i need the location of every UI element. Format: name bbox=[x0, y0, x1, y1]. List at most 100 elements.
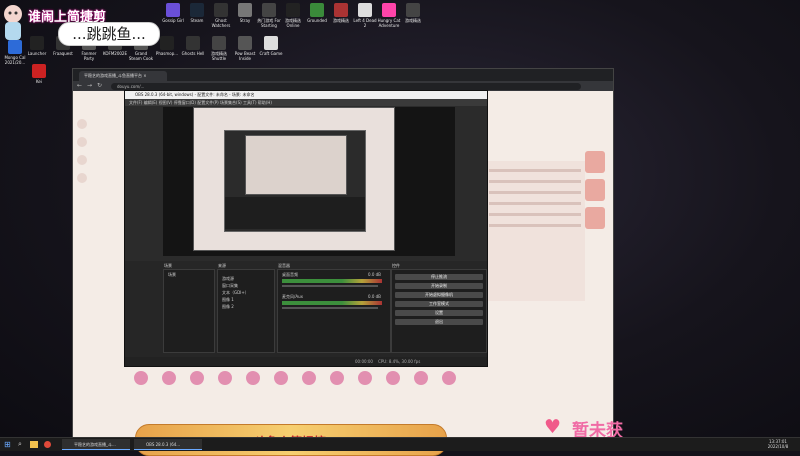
desktop-icon[interactable]: 热门游戏 For Starting bbox=[256, 3, 282, 28]
obs-preview bbox=[163, 107, 455, 256]
page-left-sidebar bbox=[75, 111, 89, 411]
list-item[interactable]: 0.0 dB bbox=[368, 294, 381, 299]
obs-control-button[interactable]: 开始录制 bbox=[395, 283, 483, 289]
obs-control-button[interactable]: 工作室模式 bbox=[395, 301, 483, 307]
volume-slider[interactable] bbox=[282, 285, 378, 287]
list-item[interactable]: 麦克风/Aux bbox=[282, 294, 303, 300]
app-icon bbox=[264, 36, 278, 50]
volume-meter bbox=[282, 279, 382, 283]
app-icon bbox=[186, 36, 200, 50]
desktop-icon[interactable]: Stray bbox=[232, 3, 258, 23]
list-item[interactable]: 图像 1 bbox=[222, 297, 234, 303]
app-icon bbox=[286, 3, 300, 17]
chat-panel bbox=[485, 161, 585, 301]
file-explorer-icon[interactable] bbox=[30, 441, 38, 448]
chrome-icon[interactable] bbox=[44, 441, 51, 448]
app-icon bbox=[214, 3, 228, 17]
clock-date: 2022/10/8 bbox=[767, 444, 789, 449]
desktop-icon[interactable]: Ghosts Hell bbox=[180, 36, 206, 56]
desktop-icon[interactable]: 游戏精选 bbox=[400, 3, 426, 23]
taskbar: ⊞ ⌕ 平稳艺的游戏直播_斗... OBS 28.0.3 (64... 13:37… bbox=[0, 437, 800, 451]
controls-header: 控件 bbox=[392, 263, 400, 268]
app-icon bbox=[262, 3, 276, 17]
taskbar-app[interactable]: OBS 28.0.3 (64... bbox=[134, 439, 202, 450]
desktop-icon-label: Gossip Girl bbox=[162, 18, 184, 23]
taskbar-clock[interactable]: 13:37:01 2022/10/8 bbox=[758, 439, 798, 449]
obs-control-button[interactable]: 退出 bbox=[395, 319, 483, 325]
app-icon bbox=[238, 36, 252, 50]
obs-control-button[interactable]: 开始虚拟摄像机 bbox=[395, 292, 483, 298]
desktop-icon-label: 游戏精选 Online bbox=[285, 18, 301, 28]
list-item[interactable]: 图像 2 bbox=[222, 304, 234, 310]
obs-title-bar: OBS 28.0.3 (64-bit, windows) - 配置文件: 未命名… bbox=[125, 91, 487, 99]
back-icon[interactable]: ← bbox=[77, 82, 82, 89]
desktop-icon[interactable]: 游戏精选 Shuttle bbox=[206, 36, 232, 61]
desktop-icon-label: Grounded bbox=[307, 18, 327, 23]
desktop-icon-label: Left 4 Dead 2 bbox=[353, 18, 377, 28]
app-icon bbox=[334, 3, 348, 17]
app-icon bbox=[166, 3, 180, 17]
list-item[interactable]: 0.0 dB bbox=[368, 272, 381, 277]
desktop-icon-label: Fraaquest bbox=[53, 51, 73, 56]
overlay-name-bubble: ...跳跳鱼... bbox=[58, 22, 160, 46]
list-item[interactable]: 窗口采集 bbox=[222, 283, 238, 289]
list-item[interactable]: 文本（GDI+） bbox=[222, 290, 249, 296]
obs-status-bar: 00:00:00 CPU: 8.4%, 30.00 fps bbox=[125, 357, 487, 366]
app-icon bbox=[406, 3, 420, 17]
obs-control-button[interactable]: 停止推流 bbox=[395, 274, 483, 280]
volume-slider[interactable] bbox=[282, 307, 378, 309]
desktop-icon[interactable]: Gossip Girl bbox=[160, 3, 186, 23]
obs-timer: 00:00:00 bbox=[355, 359, 373, 364]
list-item[interactable]: 桌面音频 bbox=[282, 272, 298, 278]
gift-row bbox=[129, 369, 459, 387]
desktop-icon[interactable]: Left 4 Dead 2 bbox=[352, 3, 378, 28]
desktop-icon[interactable]: Grounded bbox=[304, 3, 330, 23]
desktop-icon[interactable]: 游戏精选 bbox=[328, 3, 354, 23]
desktop-icon[interactable]: Pow Beast Inside bbox=[232, 36, 258, 61]
start-icon[interactable]: ⊞ bbox=[4, 440, 11, 449]
desktop-icon-label: Ghosts Hell bbox=[181, 51, 205, 56]
app-icon bbox=[358, 3, 372, 17]
app-icon bbox=[32, 64, 46, 78]
desktop-icon-label: Fanmer Party bbox=[81, 51, 97, 61]
list-item[interactable]: 场景 bbox=[168, 272, 176, 278]
list-item[interactable]: 游戏源 bbox=[222, 276, 234, 282]
app-icon bbox=[190, 3, 204, 17]
stream-overlay-banner: 谁闹上简捷剪 bbox=[22, 2, 158, 25]
reload-icon[interactable]: ↻ bbox=[97, 82, 102, 89]
app-icon bbox=[238, 3, 252, 17]
desktop-icon-label: Craft Game bbox=[259, 51, 283, 56]
sources-panel: 来源 游戏源 窗口采集 文本（GDI+） 图像 1 图像 2 bbox=[217, 263, 275, 353]
desktop-icon[interactable]: Kei bbox=[26, 64, 52, 84]
sources-header: 来源 bbox=[218, 263, 226, 268]
app-icon bbox=[30, 36, 44, 50]
desktop-icon[interactable]: Hungry Cat Adventure bbox=[376, 3, 402, 28]
desktop-icon[interactable]: Steam bbox=[184, 3, 210, 23]
desktop-icon-label: Stray bbox=[239, 18, 251, 23]
obs-menu-bar[interactable]: 文件(F) 编辑(E) 视图(V) 停靠窗口(D) 配置文件(P) 场景集合(S… bbox=[125, 99, 487, 106]
controls-panel: 控件 停止推流开始录制开始虚拟摄像机 工作室模式设置退出 bbox=[391, 263, 487, 353]
desktop-icon[interactable]: Mongo Cal 2021/20... bbox=[2, 40, 28, 65]
mixer-header: 混音器 bbox=[278, 263, 290, 268]
desktop-icon[interactable]: 游戏精选 Online bbox=[280, 3, 306, 28]
obs-dock-panels: 场景 场景 来源 游戏源 窗口采集 文本（GDI+） 图像 1 图像 2 混音器 桌面音… bbox=[125, 261, 487, 357]
url-input[interactable]: douyu.com/... bbox=[111, 83, 581, 90]
obs-window[interactable]: OBS 28.0.3 (64-bit, windows) - 配置文件: 未命名… bbox=[124, 90, 488, 367]
obs-control-button[interactable]: 设置 bbox=[395, 310, 483, 316]
browser-tab[interactable]: 平稳艺的游戏直播_斗鱼直播平台 × bbox=[79, 71, 167, 81]
app-icon bbox=[382, 3, 396, 17]
browser-tab-bar: 平稳艺的游戏直播_斗鱼直播平台 × bbox=[73, 69, 613, 81]
nested-obs-preview bbox=[224, 130, 366, 232]
app-icon bbox=[310, 3, 324, 17]
scenes-panel: 场景 场景 bbox=[163, 263, 215, 353]
nested-browser-preview bbox=[193, 107, 395, 251]
forward-icon[interactable]: → bbox=[87, 82, 92, 89]
app-icon bbox=[212, 36, 226, 50]
desktop-icon[interactable]: Ghost Watchers bbox=[208, 3, 234, 28]
volume-meter bbox=[282, 301, 382, 305]
search-icon[interactable]: ⌕ bbox=[18, 440, 22, 449]
desktop-icon-label: 游戏精选 bbox=[405, 18, 421, 23]
desktop-icon-label: Ghost Watchers bbox=[211, 18, 231, 28]
desktop-icon[interactable]: Craft Game bbox=[258, 36, 284, 56]
taskbar-app[interactable]: 平稳艺的游戏直播_斗... bbox=[62, 439, 130, 450]
